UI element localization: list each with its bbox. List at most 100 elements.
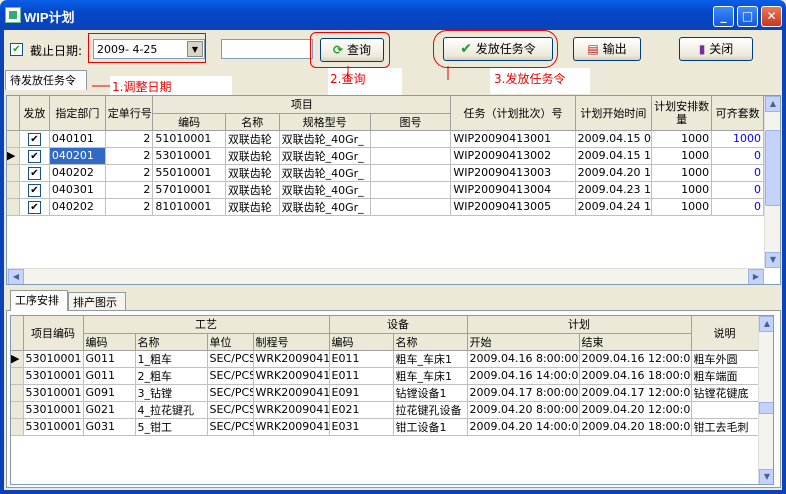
table-row[interactable]: ▶53010001G0111_粗车SEC/PCSWRK20090413E011粗… bbox=[11, 350, 759, 368]
pending-tasks-grid[interactable]: 发放 指定部门 定单行号 项目 任务（计划批次）号 计划开始时间 计划安排数量 … bbox=[6, 95, 781, 285]
line-cell[interactable]: 2 bbox=[105, 198, 154, 216]
end-cell[interactable]: 2009.04.20 18:00:00 bbox=[579, 418, 692, 436]
pcode-cell[interactable]: G091 bbox=[83, 384, 136, 402]
table-row[interactable]: 53010001G0112_粗车SEC/PCSWRK20090413E011粗车… bbox=[11, 367, 759, 385]
dept-cell[interactable]: 040202 bbox=[49, 198, 106, 216]
name-cell[interactable]: 双联齿轮 bbox=[225, 164, 280, 182]
task-cell[interactable]: WIP20090413004 bbox=[450, 181, 576, 199]
process-grid[interactable]: 项目编码 工艺 设备 计划 说明 编码 名称 单位 制程号 编码 名称 开始 结… bbox=[10, 315, 774, 485]
start-cell[interactable]: 2009.04.17 8:00:00 bbox=[467, 384, 580, 402]
ename-cell[interactable]: 钻镗设备1 bbox=[393, 384, 468, 402]
dept-cell[interactable]: 040201 bbox=[49, 147, 106, 165]
unit-cell[interactable]: SEC/PCS bbox=[207, 418, 254, 436]
line-cell[interactable]: 2 bbox=[105, 181, 154, 199]
item-cell[interactable]: 53010001 bbox=[23, 401, 84, 419]
table-row[interactable]: 53010001G0315_钳工SEC/PCSWRK20090413E031钳工… bbox=[11, 418, 759, 436]
col-drawing[interactable]: 图号 bbox=[370, 113, 452, 131]
pname-cell[interactable]: 5_钳工 bbox=[135, 418, 208, 436]
ename-cell[interactable]: 拉花键孔设备 bbox=[393, 401, 468, 419]
unit-cell[interactable]: SEC/PCS bbox=[207, 367, 254, 385]
scroll-up-icon[interactable]: ▲ bbox=[765, 96, 780, 112]
table-row[interactable]: ▶ ✔ 040201 2 53010001 双联齿轮 双联齿轮_40Gr_ WIP200904… bbox=[7, 147, 764, 165]
spec-cell[interactable]: 双联齿轮_40Gr_ bbox=[279, 164, 371, 182]
table-row[interactable]: 53010001G0913_钻镗SEC/PCSWRK20090413E091钻镗… bbox=[11, 384, 759, 402]
spec-cell[interactable]: 双联齿轮_40Gr_ bbox=[279, 147, 371, 165]
drawing-cell[interactable] bbox=[370, 130, 452, 148]
qty-cell[interactable]: 1000 bbox=[651, 198, 713, 216]
col-unit[interactable]: 单位 bbox=[207, 333, 254, 351]
start-cell[interactable]: 2009.04.16 14:00:00 bbox=[467, 367, 580, 385]
col-plan-end[interactable]: 结束 bbox=[579, 333, 692, 351]
drawing-cell[interactable] bbox=[370, 164, 452, 182]
code-cell[interactable]: 55010001 bbox=[152, 164, 226, 182]
qty-cell[interactable]: 1000 bbox=[651, 181, 713, 199]
col-release[interactable]: 发放 bbox=[19, 96, 50, 131]
tab-process-schedule[interactable]: 工序安排 bbox=[10, 290, 68, 311]
start-cell[interactable]: 2009.04.23 18: bbox=[575, 181, 653, 199]
drawing-cell[interactable] bbox=[370, 181, 452, 199]
task-cell[interactable]: WIP20090413005 bbox=[450, 198, 576, 216]
col-proc-no[interactable]: 制程号 bbox=[253, 333, 330, 351]
start-cell[interactable]: 2009.04.20 18: bbox=[575, 164, 653, 182]
scroll-thumb[interactable] bbox=[765, 130, 780, 206]
table-row[interactable]: ✔ 040202 2 81010001 双联齿轮 双联齿轮_40Gr_ WIP2009041… bbox=[7, 198, 764, 216]
pcode-cell[interactable]: G011 bbox=[83, 367, 136, 385]
col-proc-code[interactable]: 编码 bbox=[83, 333, 136, 351]
proc-cell[interactable]: WRK20090413 bbox=[253, 401, 330, 419]
release-checkbox[interactable]: ✔ bbox=[19, 198, 50, 216]
release-checkbox[interactable]: ✔ bbox=[19, 147, 50, 165]
avail-cell[interactable]: 0 bbox=[711, 147, 764, 165]
table-row[interactable]: ✔ 040301 2 57010001 双联齿轮 双联齿轮_40Gr_ WIP2009041… bbox=[7, 181, 764, 199]
task-cell[interactable]: WIP20090413002 bbox=[450, 147, 576, 165]
dept-cell[interactable]: 040101 bbox=[49, 130, 106, 148]
pcode-cell[interactable]: G031 bbox=[83, 418, 136, 436]
col-line[interactable]: 定单行号 bbox=[105, 96, 154, 131]
spec-cell[interactable]: 双联齿轮_40Gr_ bbox=[279, 130, 371, 148]
col-equip-code[interactable]: 编码 bbox=[329, 333, 394, 351]
end-cell[interactable]: 2009.04.16 18:00:00 bbox=[579, 367, 692, 385]
ecode-cell[interactable]: E021 bbox=[329, 401, 394, 419]
col-item-code[interactable]: 项目编码 bbox=[23, 316, 84, 351]
name-cell[interactable]: 双联齿轮 bbox=[225, 198, 280, 216]
task-cell[interactable]: WIP20090413003 bbox=[450, 164, 576, 182]
qty-cell[interactable]: 1000 bbox=[651, 130, 713, 148]
scroll-down-icon[interactable]: ▼ bbox=[759, 469, 773, 484]
pname-cell[interactable]: 2_粗车 bbox=[135, 367, 208, 385]
start-cell[interactable]: 2009.04.15 0:0 bbox=[575, 130, 653, 148]
pcode-cell[interactable]: G021 bbox=[83, 401, 136, 419]
tab-production-chart[interactable]: 排产图示 bbox=[68, 292, 126, 312]
pname-cell[interactable]: 1_粗车 bbox=[135, 350, 208, 368]
note-cell[interactable]: 粗车端面 bbox=[691, 367, 759, 385]
proc-cell[interactable]: WRK20090413 bbox=[253, 384, 330, 402]
release-checkbox[interactable]: ✔ bbox=[19, 164, 50, 182]
proc-cell[interactable]: WRK20090413 bbox=[253, 367, 330, 385]
dept-cell[interactable]: 040301 bbox=[49, 181, 106, 199]
end-cell[interactable]: 2009.04.20 12:00:00 bbox=[579, 401, 692, 419]
drawing-cell[interactable] bbox=[370, 198, 452, 216]
col-spec[interactable]: 规格型号 bbox=[279, 113, 371, 131]
item-cell[interactable]: 53010001 bbox=[23, 418, 84, 436]
start-cell[interactable]: 2009.04.20 14:00:00 bbox=[467, 418, 580, 436]
qty-cell[interactable]: 1000 bbox=[651, 147, 713, 165]
task-cell[interactable]: WIP20090413001 bbox=[450, 130, 576, 148]
scroll-down-icon[interactable]: ▼ bbox=[765, 252, 780, 268]
col-code[interactable]: 编码 bbox=[152, 113, 226, 131]
table-row[interactable]: 53010001G0214_拉花键孔SEC/PCSWRK20090413E021… bbox=[11, 401, 759, 419]
item-cell[interactable]: 53010001 bbox=[23, 384, 84, 402]
proc-cell[interactable]: WRK20090413 bbox=[253, 418, 330, 436]
note-cell[interactable]: 钻镗花键底 bbox=[691, 384, 759, 402]
unit-cell[interactable]: SEC/PCS bbox=[207, 350, 254, 368]
col-name[interactable]: 名称 bbox=[225, 113, 280, 131]
note-cell[interactable]: 钳工去毛刺 bbox=[691, 418, 759, 436]
upper-horizontal-scrollbar[interactable]: ◀ ▶ bbox=[7, 268, 764, 284]
item-cell[interactable]: 53010001 bbox=[23, 367, 84, 385]
code-cell[interactable]: 53010001 bbox=[152, 147, 226, 165]
start-cell[interactable]: 2009.04.24 12: bbox=[575, 198, 653, 216]
ename-cell[interactable]: 粗车_车床1 bbox=[393, 350, 468, 368]
avail-cell[interactable]: 0 bbox=[711, 181, 764, 199]
ecode-cell[interactable]: E091 bbox=[329, 384, 394, 402]
spec-cell[interactable]: 双联齿轮_40Gr_ bbox=[279, 181, 371, 199]
scroll-up-icon[interactable]: ▲ bbox=[759, 316, 773, 332]
unit-cell[interactable]: SEC/PCS bbox=[207, 401, 254, 419]
scroll-thumb[interactable] bbox=[759, 402, 773, 414]
